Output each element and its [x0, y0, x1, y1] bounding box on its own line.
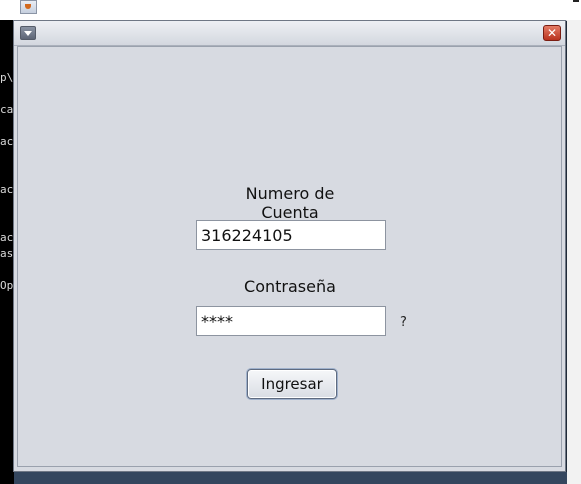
account-label: Numero de Cuenta — [245, 184, 335, 222]
java-icon — [20, 0, 37, 14]
dialog-titlebar[interactable]: ✕ — [14, 21, 565, 46]
dialog-content: Numero de Cuenta Contraseña ? Ingresar — [17, 46, 562, 467]
password-hint-text: ? — [400, 315, 407, 330]
terminal-line: p\ — [0, 71, 14, 84]
background-window-edge — [567, 20, 581, 484]
account-number-input[interactable] — [196, 220, 386, 250]
background-desktop — [14, 472, 567, 484]
terminal-line: Op — [0, 279, 14, 292]
password-field[interactable] — [196, 306, 386, 336]
terminal-line: ac — [0, 135, 14, 148]
terminal-line: ac — [0, 183, 14, 196]
login-button[interactable]: Ingresar — [247, 369, 337, 399]
terminal-line: as — [0, 247, 14, 260]
chevron-down-icon[interactable] — [20, 26, 36, 40]
terminal-line: ac — [0, 231, 14, 244]
background-terminal: p\ ca ac ac ac as Op — [0, 20, 14, 484]
close-icon[interactable]: ✕ — [543, 25, 561, 41]
login-dialog: ✕ Numero de Cuenta Contraseña ? Ingresar — [13, 20, 566, 472]
terminal-line: ca — [0, 103, 14, 116]
password-label: Contraseña — [244, 277, 336, 296]
minimize-icon[interactable] — [573, 0, 579, 2]
background-window-titlebar — [0, 0, 581, 21]
